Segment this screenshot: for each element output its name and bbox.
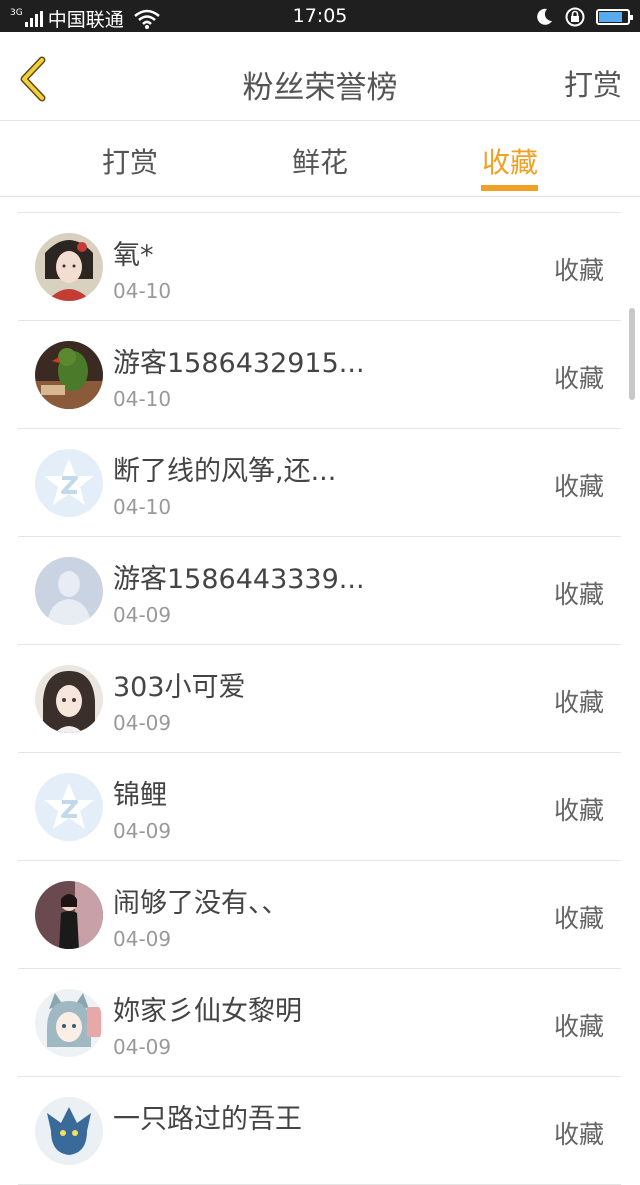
list-item[interactable]: 一只路过的吾王 收藏 [18,1077,621,1185]
fan-date: 04-09 [113,927,172,951]
status-bar: 3G 中国联通 17:05 [0,0,640,32]
favorite-label: 收藏 [553,688,604,717]
tab-flowers[interactable]: 鲜花 [240,141,400,181]
favorite-label: 收藏 [553,1012,604,1041]
fan-name: 303小可爱 [113,672,246,703]
fan-name: 一只路过的吾王 [113,1104,302,1135]
favorite-label: 收藏 [553,904,604,933]
favorite-label: 收藏 [553,1120,604,1149]
anime-girl-avatar [35,665,103,733]
list-item[interactable]: 闹够了没有、、 04-09 收藏 [18,861,621,969]
fan-name: 游客1586443339... [113,564,365,595]
favorite-label: 收藏 [553,364,604,393]
nav-bar: 粉丝荣誉榜 打赏 [0,32,640,121]
fan-date: 04-09 [113,1035,172,1059]
list-item[interactable]: 游客1586432915... 04-10 收藏 [18,321,621,429]
battery-icon [596,9,633,25]
tab-favorites[interactable]: 收藏 [430,141,590,181]
fan-name: 妳家彡仙女黎明 [113,996,302,1027]
tab-bar: 打赏 鲜花 收藏 [0,121,640,197]
fan-name: 锦鲤 [113,780,167,811]
fan-date: 04-10 [113,387,172,411]
fan-name: 闹够了没有、、 [113,888,289,919]
status-icons [534,6,633,28]
favorite-label: 收藏 [553,472,604,501]
default-qq-star-avatar [35,773,103,841]
anime-catgirl-avatar [35,989,103,1057]
fan-list: 氧* 04-10 收藏 游客1586432915... 04-10 收藏 断了线… [18,212,621,1185]
fan-date: 04-10 [113,279,172,303]
fan-name: 断了线的风筝,还... [113,456,337,487]
list-item[interactable]: 妳家彡仙女黎明 04-09 收藏 [18,969,621,1077]
list-item[interactable]: 锦鲤 04-09 收藏 [18,753,621,861]
fan-date: 04-10 [113,495,172,519]
blue-dragon-avatar [35,1097,103,1165]
favorite-label: 收藏 [553,796,604,825]
fan-name: 氧* [113,240,154,271]
list-item[interactable]: 断了线的风筝,还... 04-10 收藏 [18,429,621,537]
moon-icon [537,8,552,25]
tab-reward[interactable]: 打赏 [50,141,210,181]
default-person-avatar [35,557,103,625]
rotation-lock-icon [565,7,585,27]
parrot-photo-avatar [35,341,103,409]
fan-date: 04-09 [113,711,172,735]
list-item[interactable]: 游客1586443339... 04-09 收藏 [18,537,621,645]
default-qq-star-avatar [35,449,103,517]
woman-photo-avatar [35,881,103,949]
scrollbar[interactable] [629,308,635,400]
illustrated-girl-avatar [35,233,103,301]
favorite-label: 收藏 [553,256,604,285]
fan-name: 游客1586432915... [113,348,365,379]
fan-date: 04-09 [113,819,172,843]
battery-level [599,12,623,22]
favorite-label: 收藏 [553,580,604,609]
reward-button[interactable]: 打赏 [564,62,622,104]
list-item[interactable]: 氧* 04-10 收藏 [18,213,621,321]
page-title: 粉丝荣誉榜 [242,70,398,106]
fan-date: 04-09 [113,603,172,627]
list-item[interactable]: 303小可爱 04-09 收藏 [18,645,621,753]
active-tab-indicator [481,185,538,191]
